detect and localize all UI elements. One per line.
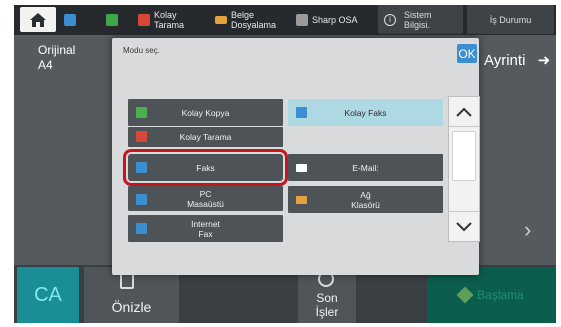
- osa-icon: [296, 14, 308, 26]
- preview-button[interactable]: Önizle: [84, 267, 179, 323]
- folder-icon: [215, 16, 227, 24]
- recent-jobs-label: Son İşler: [315, 291, 339, 319]
- top-shortcut-label: Kolay Tarama: [154, 10, 185, 30]
- mode-label: Kolay Kopya: [181, 107, 230, 118]
- mode-easy-fax[interactable]: Kolay Faks: [288, 99, 443, 126]
- mode-fax[interactable]: Faks: [123, 149, 288, 186]
- job-status-label: İş Durumu: [489, 14, 532, 25]
- top-shortcut-document-filing[interactable]: Belge Dosyalama: [215, 9, 276, 31]
- mode-label: Ağ Klasörü: [351, 189, 380, 210]
- system-info-button[interactable]: i Sistem Bilgisi.: [378, 5, 463, 34]
- recent-jobs-button[interactable]: Son İşler: [298, 267, 356, 323]
- chevron-up-icon: [456, 107, 472, 117]
- ok-button[interactable]: OK: [457, 44, 477, 63]
- start-label: Başlama: [477, 288, 524, 302]
- mode-label: Faks: [196, 162, 215, 173]
- mode-pc-desktop[interactable]: PC Masaüstü: [128, 186, 283, 211]
- job-status-button[interactable]: İş Durumu: [467, 5, 554, 34]
- top-shortcut-sharp-osa[interactable]: Sharp OSA: [296, 9, 358, 31]
- mode-easy-scan[interactable]: Kolay Tarama: [128, 127, 283, 147]
- system-info-label: Sistem Bilgisi.: [404, 9, 432, 30]
- touch-screen: Kolay Tarama Belge Dosyalama Sharp OSA i…: [14, 5, 556, 323]
- preview-icon: [120, 273, 134, 289]
- top-bar: Kolay Tarama Belge Dosyalama Sharp OSA i…: [14, 5, 556, 35]
- top-shortcut-fax[interactable]: [106, 9, 122, 31]
- mode-label: E-Mail:: [352, 162, 379, 173]
- mode-label: Kolay Faks: [344, 107, 387, 118]
- home-icon: [30, 12, 46, 27]
- arrow-right-icon: ➜: [537, 52, 551, 69]
- mode-label: Internet Fax: [191, 218, 220, 239]
- scroll-thumb[interactable]: [452, 131, 476, 181]
- clear-all-label: CA: [34, 283, 62, 306]
- internet-fax-icon: [136, 223, 147, 234]
- mode-internet-fax[interactable]: Internet Fax: [128, 215, 283, 242]
- detail-label: Ayrinti: [484, 52, 526, 69]
- scan-icon: [136, 131, 147, 142]
- device-frame: Kolay Tarama Belge Dosyalama Sharp OSA i…: [0, 0, 561, 327]
- scroll-up-button[interactable]: [449, 97, 479, 127]
- info-icon: i: [384, 13, 396, 26]
- fax-icon: [106, 14, 118, 26]
- start-icon: [456, 286, 474, 304]
- copy-icon: [136, 107, 147, 118]
- detail-button[interactable]: Ayrinti ➜: [484, 51, 550, 69]
- fax-icon: [136, 162, 147, 173]
- chevron-down-icon: [456, 221, 472, 231]
- preview-label: Önizle: [111, 299, 152, 315]
- mode-label: PC Masaüstü: [187, 188, 224, 209]
- copy-icon: [64, 14, 76, 26]
- scroll-down-button[interactable]: [449, 211, 479, 241]
- mode-select-dialog: Modu seç. OK Kolay Kopya Kolay Faks Kola…: [112, 38, 480, 275]
- ok-label: OK: [458, 46, 476, 61]
- dialog-title: Modu seç.: [123, 46, 160, 55]
- mail-icon: [296, 164, 307, 172]
- mode-network-folder[interactable]: Ağ Klasörü: [288, 186, 443, 213]
- top-shortcut-label: Belge Dosyalama: [231, 10, 277, 30]
- original-value: A4: [38, 58, 53, 72]
- top-shortcut-label: Sharp OSA: [312, 15, 358, 25]
- original-label: Orijinal: [38, 43, 76, 57]
- home-button[interactable]: [20, 7, 56, 32]
- clear-all-button[interactable]: CA: [17, 267, 79, 323]
- mode-list-scrollbar[interactable]: [448, 96, 480, 242]
- fax-icon: [296, 107, 307, 118]
- top-shortcut-easy-scan[interactable]: Kolay Tarama: [138, 9, 184, 31]
- chevron-right-icon[interactable]: ›: [524, 217, 531, 243]
- scan-icon: [138, 14, 150, 26]
- top-shortcut-copy[interactable]: [64, 9, 80, 31]
- mode-label: Kolay Tarama: [179, 132, 232, 142]
- mode-email[interactable]: E-Mail:: [288, 154, 443, 181]
- folder-icon: [296, 196, 307, 204]
- mode-easy-copy[interactable]: Kolay Kopya: [128, 99, 283, 126]
- desktop-icon: [136, 194, 147, 205]
- start-button[interactable]: Başlama: [427, 267, 556, 323]
